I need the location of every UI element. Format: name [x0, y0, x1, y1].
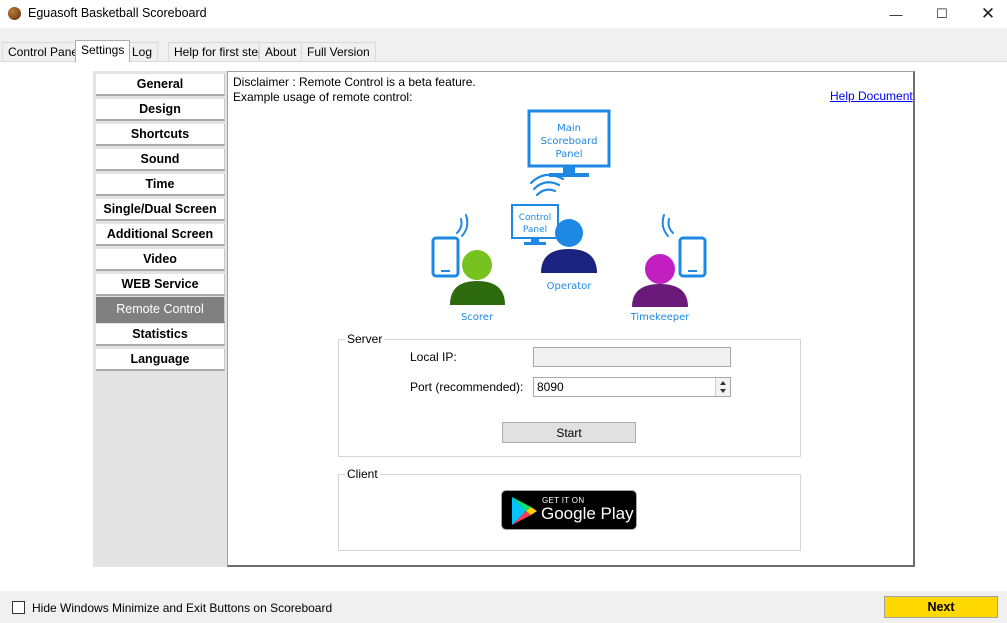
tab-log[interactable]: Log: [126, 42, 159, 62]
main-panel-label-1: Main: [557, 123, 581, 134]
app-window: Eguasoft Basketball Scoreboard — ☐ ✕ Con…: [0, 0, 1007, 623]
port-stepper[interactable]: 8090: [533, 377, 731, 397]
nav-design[interactable]: Design: [96, 99, 225, 121]
remote-control-panel: Disclaimer : Remote Control is a beta fe…: [227, 71, 915, 567]
control-panel-label-1: Control: [519, 213, 552, 223]
disclaimer-text: Disclaimer : Remote Control is a beta fe…: [233, 75, 476, 89]
client-group-title: Client: [345, 467, 380, 481]
bottom-bar: Hide Windows Minimize and Exit Buttons o…: [0, 591, 1007, 623]
hide-buttons-checkbox[interactable]: [12, 601, 25, 614]
nav-video[interactable]: Video: [96, 249, 225, 271]
scorer-label: Scorer: [461, 312, 494, 323]
scorer-phone-icon: [431, 236, 460, 278]
local-ip-field[interactable]: [533, 347, 731, 367]
title-bar: Eguasoft Basketball Scoreboard — ☐ ✕: [0, 0, 1007, 28]
tab-about[interactable]: About: [259, 42, 303, 62]
settings-nav: General Design Shortcuts Sound Time Sing…: [93, 71, 227, 567]
nav-web-service[interactable]: WEB Service: [96, 274, 225, 296]
tab-full-version[interactable]: Full Version: [301, 42, 376, 62]
basketball-icon: [8, 7, 21, 20]
nav-statistics[interactable]: Statistics: [96, 324, 225, 346]
hide-buttons-label[interactable]: Hide Windows Minimize and Exit Buttons o…: [32, 601, 332, 615]
tab-strip: Control Panel Settings Log Help for firs…: [0, 40, 1007, 62]
timekeeper-phone-icon: [678, 236, 707, 278]
spin-up-icon[interactable]: [720, 381, 726, 385]
timekeeper-label: Timekeeper: [630, 312, 691, 323]
remote-control-diagram: Main Scoreboard Panel Control Panel Oper…: [431, 109, 707, 323]
port-label: Port (recommended):: [410, 380, 524, 394]
tab-control-panel[interactable]: Control Panel: [2, 42, 87, 62]
close-button[interactable]: ✕: [965, 0, 1007, 28]
tab-settings[interactable]: Settings: [75, 40, 131, 62]
main-panel-label-3: Panel: [556, 149, 583, 160]
nav-language[interactable]: Language: [96, 349, 225, 371]
window-title: Eguasoft Basketball Scoreboard: [28, 6, 207, 20]
timekeeper-wifi-icon: [661, 214, 674, 237]
tab-help-first-step[interactable]: Help for first step: [168, 42, 271, 62]
nav-shortcuts[interactable]: Shortcuts: [96, 124, 225, 146]
minimize-button[interactable]: —: [873, 0, 919, 28]
scorer-wifi-icon: [456, 214, 469, 237]
wifi-icon: [529, 173, 565, 197]
port-value: 8090: [537, 380, 564, 394]
start-server-button[interactable]: Start: [502, 422, 636, 443]
google-play-badge[interactable]: GET IT ON Google Play: [501, 490, 637, 530]
server-group-title: Server: [345, 332, 385, 346]
local-ip-label: Local IP:: [410, 350, 457, 364]
next-button[interactable]: Next: [884, 596, 998, 618]
main-panel-label-2: Scoreboard: [541, 136, 598, 147]
nav-additional-screen[interactable]: Additional Screen: [96, 224, 225, 246]
server-group: Server Local IP: Port (recommended): 809…: [338, 332, 801, 457]
operator-label: Operator: [547, 281, 593, 292]
nav-single-dual-screen[interactable]: Single/Dual Screen: [96, 199, 225, 221]
example-text: Example usage of remote control:: [233, 90, 413, 104]
badge-big-text: Google Play: [541, 504, 634, 523]
client-group: Client GET IT ON Google Play: [338, 467, 801, 551]
google-play-icon: [512, 497, 537, 525]
port-spin-buttons[interactable]: [715, 378, 730, 396]
nav-general[interactable]: General: [96, 74, 225, 96]
nav-remote-control[interactable]: Remote Control: [96, 297, 225, 323]
help-document-link[interactable]: Help Document: [830, 89, 913, 103]
control-panel-label-2: Panel: [523, 225, 547, 235]
nav-time[interactable]: Time: [96, 174, 225, 196]
maximize-button[interactable]: ☐: [919, 0, 965, 28]
spin-down-icon[interactable]: [720, 389, 726, 393]
nav-sound[interactable]: Sound: [96, 149, 225, 171]
